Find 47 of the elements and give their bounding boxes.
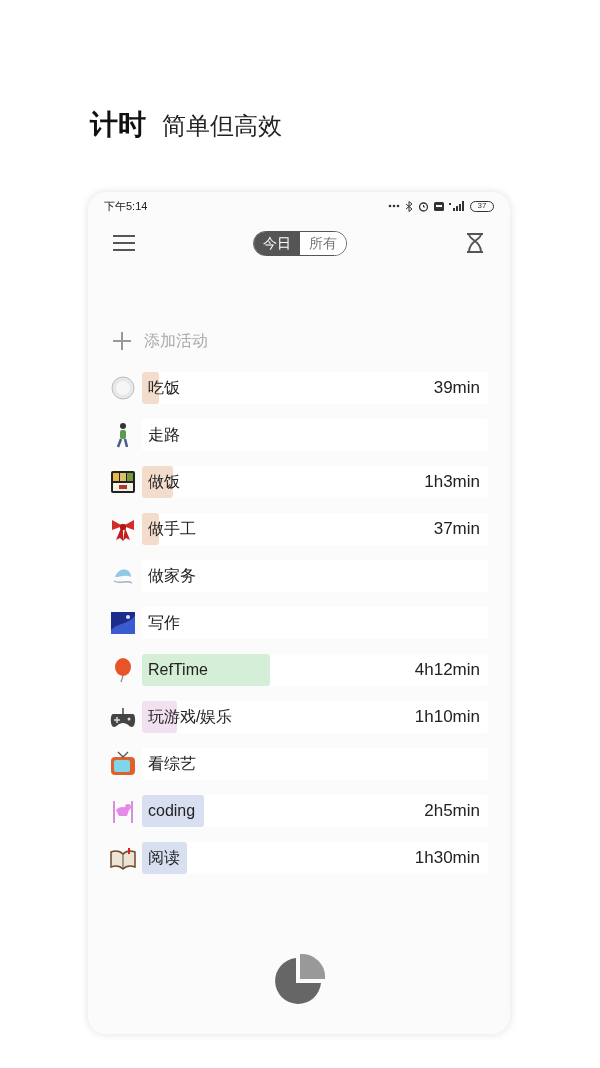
bluetooth-icon (405, 200, 413, 212)
bento-icon (110, 469, 136, 495)
activity-duration: 1h10min (414, 706, 480, 729)
book-icon (110, 845, 136, 871)
activity-row[interactable]: 做手工 37min (142, 513, 488, 545)
activity-row[interactable]: 阅读 1h30min (142, 842, 488, 874)
activity-row[interactable]: 做家务 (142, 560, 488, 592)
activity-name: 做手工 (148, 519, 196, 539)
activity-row[interactable]: 走路 (142, 419, 488, 451)
activity-duration: 4h12min (414, 659, 480, 682)
night-icon (110, 610, 136, 636)
activity-name: 走路 (148, 425, 180, 445)
plate-icon (110, 375, 136, 401)
signal-icon (449, 201, 465, 211)
activity-row[interactable]: RefTime 4h12min (142, 654, 488, 686)
activity-name: RefTime (148, 660, 208, 680)
activity-name: 玩游戏/娱乐 (148, 707, 233, 727)
tv-icon (110, 751, 136, 777)
status-time: 下午5:14 (104, 198, 148, 214)
activity-name: 阅读 (148, 848, 180, 868)
activity-name: 写作 (148, 613, 180, 633)
plus-icon[interactable] (112, 331, 132, 351)
activity-duration: 2h5min (424, 800, 480, 823)
activity-row[interactable]: 吃饭 39min (142, 372, 488, 404)
activity-row[interactable]: 写作 (142, 607, 488, 639)
hourglass-icon[interactable] (464, 232, 486, 254)
tab[interactable]: 所有 (300, 231, 346, 255)
activity-name: coding (148, 801, 196, 821)
activity-duration: 1h3min (424, 471, 480, 494)
more-icon (388, 204, 400, 208)
sim-icon (434, 201, 444, 211)
activity-row[interactable]: 看综艺 (142, 748, 488, 780)
headline-subtitle: 简单但高效 (162, 111, 282, 141)
tab[interactable]: 今日 (254, 231, 300, 255)
activity-duration: 39min (433, 377, 480, 400)
menu-icon[interactable] (112, 234, 136, 252)
activity-duration: 1h30min (414, 847, 480, 870)
activity-row[interactable]: 玩游戏/娱乐 1h10min (142, 701, 488, 733)
activity-duration: 37min (433, 518, 480, 541)
activity-row[interactable]: 做饭 1h3min (142, 466, 488, 498)
headline-title: 计时 (90, 108, 146, 142)
alarm-icon (418, 200, 429, 212)
activity-name: 吃饭 (148, 378, 180, 398)
activity-name: 做家务 (148, 566, 196, 586)
activity-name: 看综艺 (148, 754, 196, 774)
activity-row[interactable]: coding 2h5min (142, 795, 488, 827)
activity-name: 做饭 (148, 472, 180, 492)
